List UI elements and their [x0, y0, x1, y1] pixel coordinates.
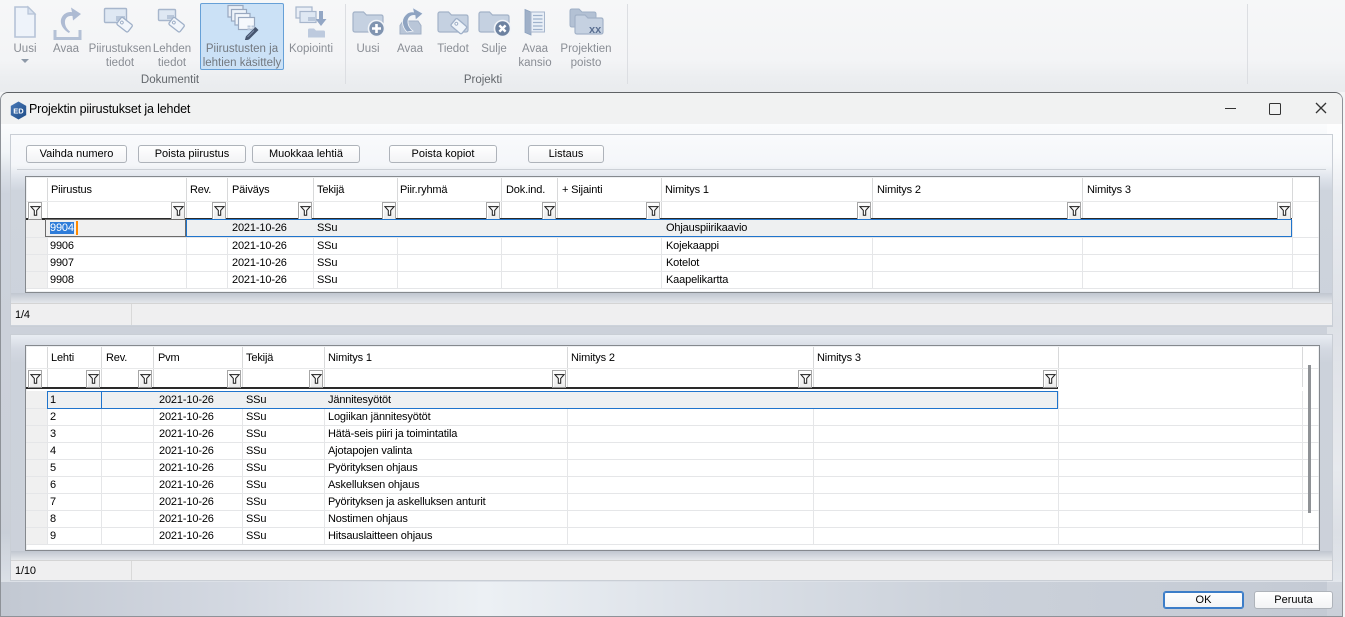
svg-text:xx: xx	[589, 24, 602, 36]
svg-text:ED: ED	[13, 107, 24, 116]
